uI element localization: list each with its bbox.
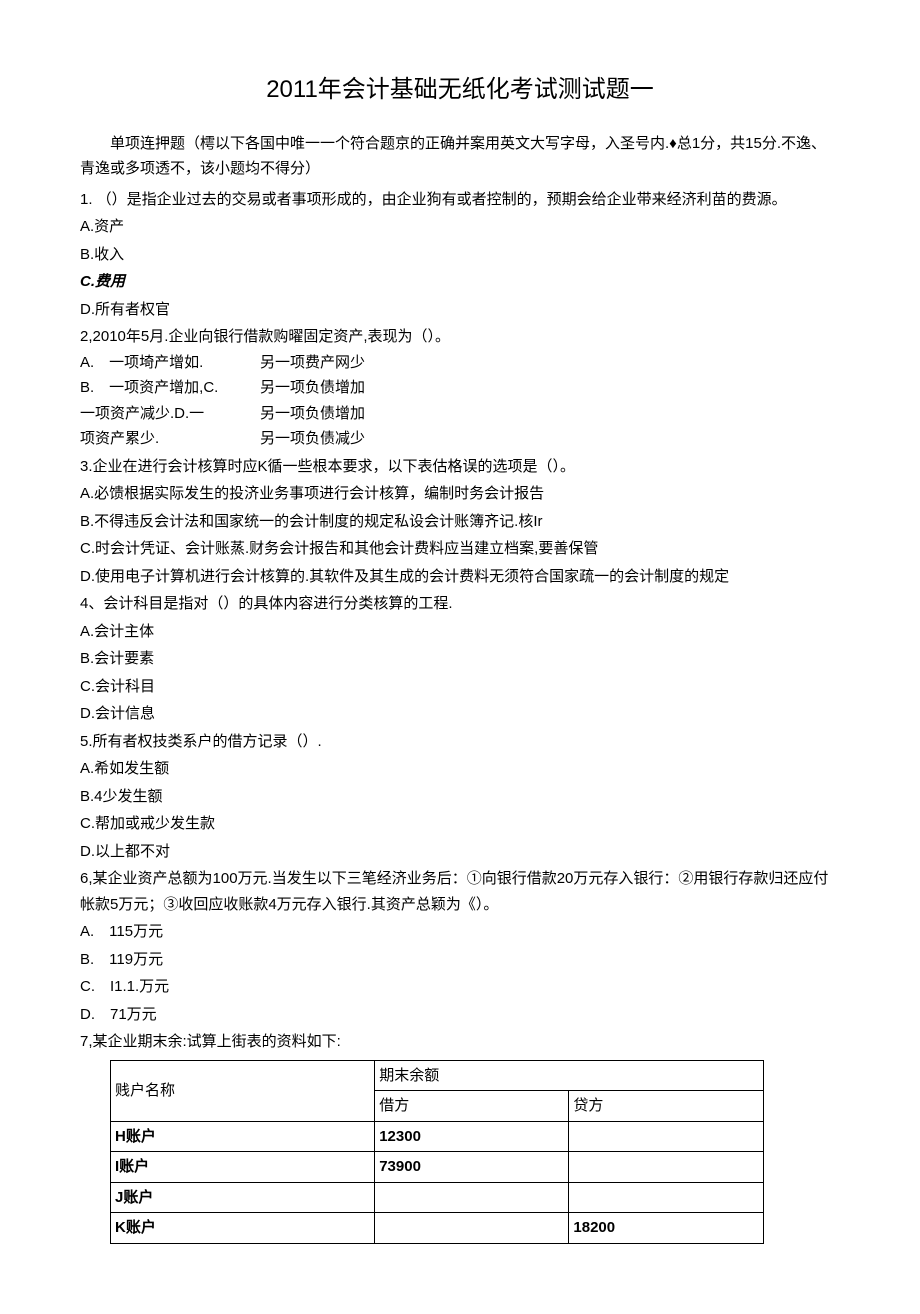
table-row: I账户 73900 xyxy=(111,1152,764,1183)
table-row: K账户 18200 xyxy=(111,1213,764,1244)
q2-d2: 另一项负债减少 xyxy=(260,426,840,452)
cell-name: K账户 xyxy=(111,1213,375,1244)
q3-option-a: A.必馈根据实际发生的投济业务事项进行会计核算，编制时务会计报告 xyxy=(80,481,840,507)
th-credit: 贷方 xyxy=(569,1091,763,1122)
q5-option-a: A.希如发生额 xyxy=(80,756,840,782)
q5-option-c: C.帮加或戒少发生款 xyxy=(80,811,840,837)
q4-option-b: B.会计要素 xyxy=(80,646,840,672)
question-6: 6,某企业资产总额为100万元.当发生以下三笔经济业务后：①向银行借款20万元存… xyxy=(80,866,840,917)
th-debit: 借方 xyxy=(375,1091,569,1122)
q3-option-d: D.使用电子计算机进行会计核算的.其软件及其生成的会计费料无须符合国家疏一的会计… xyxy=(80,564,840,590)
q5-option-b: B.4少发生额 xyxy=(80,784,840,810)
q4-option-d: D.会计信息 xyxy=(80,701,840,727)
q2-b1: B. 一项资产增加,C. xyxy=(80,375,260,401)
cell-credit xyxy=(569,1182,763,1213)
cell-debit xyxy=(375,1213,569,1244)
question-4: 4、会计科目是指对（）的具体内容进行分类核算的工程. xyxy=(80,591,840,617)
table-row: J账户 xyxy=(111,1182,764,1213)
q2-a1: A. 一项埼产增如. xyxy=(80,350,260,376)
question-2: 2,2010年5月.企业向银行借款购曜固定资产,表现为（）。 xyxy=(80,324,840,350)
cell-name: H账户 xyxy=(111,1121,375,1152)
q2-c2: 另一项负债增加 xyxy=(260,401,840,427)
q2-a2: 另一项费产网少 xyxy=(260,350,840,376)
q4-option-c: C.会计科目 xyxy=(80,674,840,700)
document-title: 2011年会计基础无纸化考试测试题一 xyxy=(80,70,840,111)
question-1: 1. （）是指企业过去的交易或者事项形成的，由企业狗有或者控制的，预期会给企业带… xyxy=(80,187,840,213)
q1-option-d: D.所有者权官 xyxy=(80,297,840,323)
q1-option-a: A.资产 xyxy=(80,214,840,240)
cell-name: I账户 xyxy=(111,1152,375,1183)
q6-option-d: D. 71万元 xyxy=(80,1002,840,1028)
cell-debit xyxy=(375,1182,569,1213)
intro-paragraph: 单项连押题（樗以下各国中唯一一个符合题京的正确并案用英文大写字母，入圣号内.♦总… xyxy=(80,131,840,182)
q3-option-b: B.不得违反会计法和国家统一的会计制度的规定私设会计账簿齐记.核Ir xyxy=(80,509,840,535)
q6-option-b: B. 119万元 xyxy=(80,947,840,973)
th-balance: 期末余额 xyxy=(375,1060,763,1091)
q1-option-c: C.费用 xyxy=(80,269,840,295)
q2-d1: 项资产累少. xyxy=(80,426,260,452)
cell-credit xyxy=(569,1121,763,1152)
table-row: H账户 12300 xyxy=(111,1121,764,1152)
q1-option-b: B.收入 xyxy=(80,242,840,268)
cell-name: J账户 xyxy=(111,1182,375,1213)
cell-debit: 73900 xyxy=(375,1152,569,1183)
balance-table: 贱户名称 期末余额 借方 贷方 H账户 12300 I账户 73900 J账户 … xyxy=(110,1060,764,1244)
cell-credit xyxy=(569,1152,763,1183)
q2-b2: 另一项负债增加 xyxy=(260,375,840,401)
q5-option-d: D.以上都不对 xyxy=(80,839,840,865)
q3-option-c: C.时会计凭证、会计账蒸.财务会计报告和其他会计费料应当建立档案,要善保管 xyxy=(80,536,840,562)
q6-option-a: A. 115万元 xyxy=(80,919,840,945)
question-7: 7,某企业期末余:试算上街表的资料如下: xyxy=(80,1029,840,1055)
q2-options-grid: A. 一项埼产增如. 另一项费产网少 B. 一项资产增加,C. 另一项负债增加 … xyxy=(80,350,840,452)
question-5: 5.所有者权技类系户的借方记录（）. xyxy=(80,729,840,755)
cell-debit: 12300 xyxy=(375,1121,569,1152)
question-3: 3.企业在进行会计核算时应K循一些根本要求，以下表估格误的选项是（）。 xyxy=(80,454,840,480)
q2-c1: 一项资产减少.D.一 xyxy=(80,401,260,427)
th-account-name: 贱户名称 xyxy=(111,1060,375,1121)
q6-option-c: C. I1.1.万元 xyxy=(80,974,840,1000)
cell-credit: 18200 xyxy=(569,1213,763,1244)
q4-option-a: A.会计主体 xyxy=(80,619,840,645)
